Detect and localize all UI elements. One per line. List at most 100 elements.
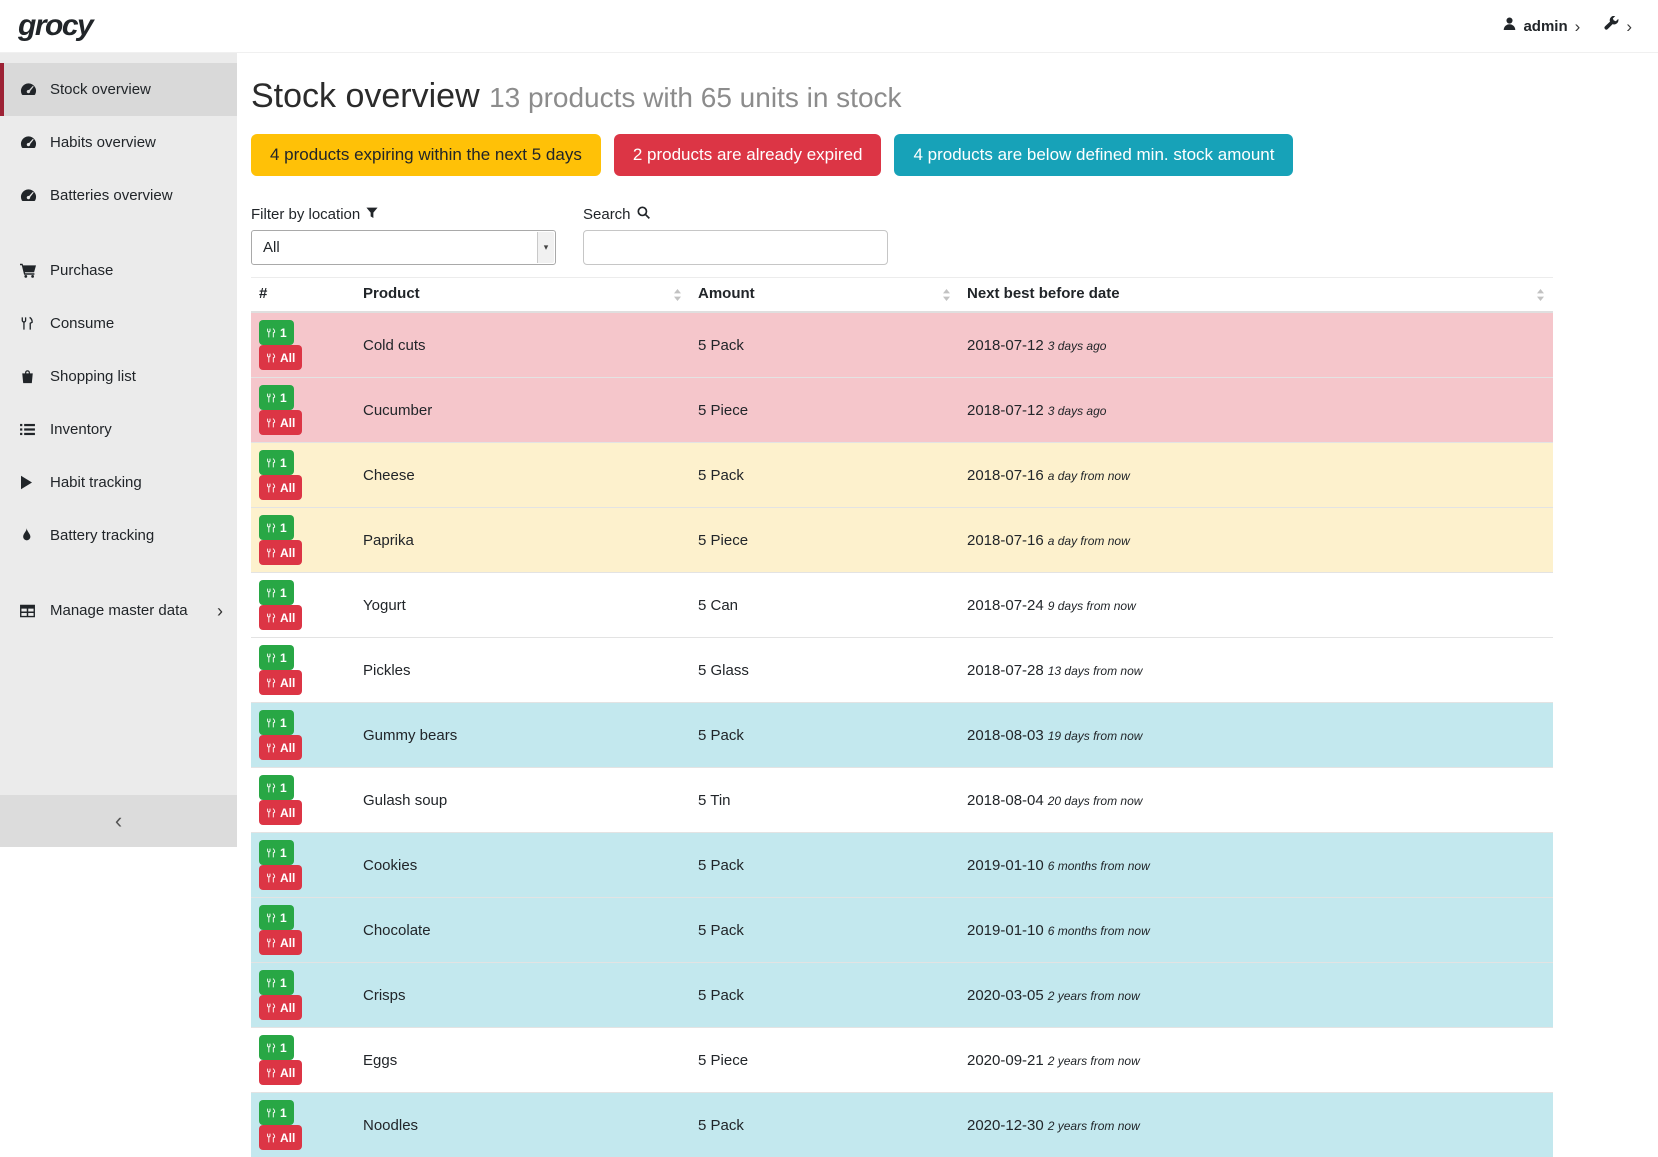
sidebar-collapse-button[interactable]: ‹: [0, 795, 237, 847]
relative-date: 3 days ago: [1048, 339, 1107, 353]
search-label-text: Search: [583, 206, 631, 223]
consume-all-button[interactable]: All: [259, 475, 302, 500]
column-header-label: Amount: [698, 285, 755, 302]
row-actions: 1 All: [251, 312, 355, 378]
sidebar-item-shopping-list[interactable]: Shopping list: [0, 350, 237, 403]
consume-one-button[interactable]: 1: [259, 385, 294, 410]
product-amount: 5 Pack: [690, 703, 959, 768]
page-title-text: Stock overview: [251, 77, 480, 115]
page-title: Stock overview 13 products with 65 units…: [251, 77, 1553, 116]
expiring-alert-button[interactable]: 4 products expiring within the next 5 da…: [251, 134, 601, 176]
consume-all-button[interactable]: All: [259, 995, 302, 1020]
consume-all-button[interactable]: All: [259, 410, 302, 435]
consume-one-button[interactable]: 1: [259, 1035, 294, 1060]
sidebar-item-battery-tracking[interactable]: Battery tracking: [0, 509, 237, 562]
consume-one-button[interactable]: 1: [259, 775, 294, 800]
utensils-icon: [266, 457, 276, 469]
consume-one-button[interactable]: 1: [259, 1100, 294, 1125]
relative-date: 2 years from now: [1048, 1119, 1140, 1133]
column-header-amount[interactable]: Amount: [690, 278, 959, 313]
consume-one-button[interactable]: 1: [259, 515, 294, 540]
utensils-icon: [266, 937, 276, 949]
product-name: Crisps: [355, 963, 690, 1028]
search-input[interactable]: [583, 230, 888, 265]
alerts-row: 4 products expiring within the next 5 da…: [251, 134, 1553, 176]
wrench-icon: [1604, 16, 1619, 36]
page-subtitle: 13 products with 65 units in stock: [489, 82, 901, 113]
sidebar-item-label: Batteries overview: [50, 187, 223, 204]
product-amount: 5 Pack: [690, 1093, 959, 1157]
consume-all-button[interactable]: All: [259, 735, 302, 760]
column-header-product[interactable]: Product: [355, 278, 690, 313]
consume-all-button[interactable]: All: [259, 540, 302, 565]
utensils-icon: [266, 522, 276, 534]
sidebar-item-batteries-overview[interactable]: Batteries overview: [0, 169, 237, 222]
consume-all-button[interactable]: All: [259, 930, 302, 955]
app-logo[interactable]: grocy: [18, 9, 92, 43]
product-name: Cheese: [355, 443, 690, 508]
header-actions: admin › ›: [1503, 16, 1632, 36]
consume-one-button[interactable]: 1: [259, 840, 294, 865]
best-before-cell: 2020-09-212 years from now: [959, 1028, 1553, 1093]
sort-icon: [942, 288, 951, 305]
sidebar-item-label: Stock overview: [50, 81, 223, 98]
tachometer-icon: [20, 82, 44, 97]
sidebar-item-purchase[interactable]: Purchase: [0, 244, 237, 297]
location-filter-control: Filter by location All ▾: [251, 206, 556, 265]
best-before-date: 2018-07-12: [967, 337, 1044, 354]
table-header-row: # Product Amount Next best before date: [251, 278, 1553, 313]
best-before-date: 2018-08-03: [967, 727, 1044, 744]
row-actions: 1 All: [251, 898, 355, 963]
consume-all-button[interactable]: All: [259, 800, 302, 825]
product-name: Chocolate: [355, 898, 690, 963]
product-amount: 5 Pack: [690, 963, 959, 1028]
sidebar-item-habits-overview[interactable]: Habits overview: [0, 116, 237, 169]
filter-controls: Filter by location All ▾ Search: [251, 206, 1553, 265]
consume-all-button[interactable]: All: [259, 670, 302, 695]
sidebar-item-habit-tracking[interactable]: Habit tracking: [0, 456, 237, 509]
consume-all-button[interactable]: All: [259, 865, 302, 890]
consume-one-button[interactable]: 1: [259, 645, 294, 670]
column-header-label: Product: [363, 285, 420, 302]
table-row: 1 All Noodles 5 Pack 2020-12-302 years f…: [251, 1093, 1553, 1157]
sidebar-divider: [0, 222, 237, 244]
relative-date: 13 days from now: [1048, 664, 1143, 678]
min-stock-alert-button[interactable]: 4 products are below defined min. stock …: [894, 134, 1293, 176]
cart-icon: [20, 263, 44, 278]
row-actions: 1 All: [251, 638, 355, 703]
best-before-cell: 2019-01-106 months from now: [959, 898, 1553, 963]
consume-all-button[interactable]: All: [259, 1125, 302, 1150]
sidebar-item-consume[interactable]: Consume: [0, 297, 237, 350]
row-actions: 1 All: [251, 508, 355, 573]
consume-one-button[interactable]: 1: [259, 580, 294, 605]
consume-all-button[interactable]: All: [259, 345, 302, 370]
consume-one-button[interactable]: 1: [259, 320, 294, 345]
consume-one-button[interactable]: 1: [259, 450, 294, 475]
consume-all-button[interactable]: All: [259, 1060, 302, 1085]
row-actions: 1 All: [251, 833, 355, 898]
expired-alert-button[interactable]: 2 products are already expired: [614, 134, 882, 176]
best-before-date: 2018-07-12: [967, 402, 1044, 419]
list-icon: [20, 423, 44, 436]
sidebar-item-inventory[interactable]: Inventory: [0, 403, 237, 456]
chevron-right-icon: ›: [1626, 18, 1632, 35]
settings-menu[interactable]: ›: [1604, 16, 1632, 36]
flame-icon: [20, 528, 44, 543]
consume-all-button[interactable]: All: [259, 605, 302, 630]
user-menu[interactable]: admin ›: [1503, 17, 1580, 35]
tachometer-icon: [20, 135, 44, 150]
stock-table: # Product Amount Next best before date: [251, 277, 1553, 1157]
consume-one-button[interactable]: 1: [259, 905, 294, 930]
sidebar-item-manage-master-data[interactable]: Manage master data ›: [0, 584, 237, 637]
utensils-icon: [266, 612, 276, 624]
consume-one-button[interactable]: 1: [259, 970, 294, 995]
column-header-best-before[interactable]: Next best before date: [959, 278, 1553, 313]
search-control: Search: [583, 206, 888, 265]
sidebar-item-stock-overview[interactable]: Stock overview: [0, 63, 237, 116]
location-select[interactable]: All ▾: [251, 230, 556, 265]
column-header-label: Next best before date: [967, 285, 1120, 302]
table-row: 1 All Yogurt 5 Can 2018-07-249 days from…: [251, 573, 1553, 638]
user-name: admin: [1523, 18, 1567, 35]
best-before-cell: 2020-03-052 years from now: [959, 963, 1553, 1028]
consume-one-button[interactable]: 1: [259, 710, 294, 735]
